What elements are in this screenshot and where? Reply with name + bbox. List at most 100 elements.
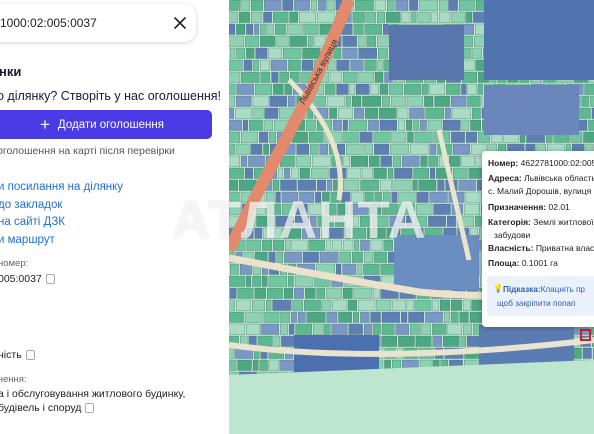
parcel[interactable] bbox=[466, 335, 480, 347]
parcel[interactable] bbox=[311, 0, 318, 11]
parcel[interactable] bbox=[364, 323, 372, 335]
parcel[interactable] bbox=[339, 251, 351, 263]
parcel[interactable] bbox=[273, 11, 289, 23]
parcel[interactable] bbox=[418, 179, 437, 191]
parcel[interactable] bbox=[317, 95, 326, 107]
parcel[interactable] bbox=[254, 227, 263, 239]
parcel[interactable] bbox=[445, 107, 452, 119]
parcel[interactable] bbox=[317, 11, 336, 23]
parcel[interactable] bbox=[361, 167, 373, 179]
parcel[interactable] bbox=[373, 167, 387, 179]
parcel[interactable] bbox=[229, 35, 244, 47]
parcel[interactable] bbox=[229, 191, 240, 203]
search-bar[interactable]: 1000:02:005:0037 bbox=[0, 4, 196, 42]
parcel[interactable] bbox=[401, 11, 411, 23]
parcel[interactable] bbox=[350, 155, 368, 167]
parcel[interactable] bbox=[267, 23, 274, 35]
parcel[interactable] bbox=[356, 263, 363, 275]
parcel[interactable] bbox=[460, 335, 466, 347]
parcel[interactable] bbox=[367, 227, 386, 239]
parcel[interactable] bbox=[229, 299, 235, 311]
parcel[interactable] bbox=[377, 59, 383, 71]
parcel[interactable] bbox=[358, 71, 374, 83]
parcel[interactable] bbox=[380, 263, 396, 275]
parcel[interactable] bbox=[379, 119, 397, 131]
parcel[interactable] bbox=[443, 311, 451, 323]
parcel[interactable] bbox=[329, 107, 337, 119]
parcel[interactable] bbox=[395, 323, 409, 335]
parcel[interactable] bbox=[271, 71, 279, 83]
parcel[interactable] bbox=[297, 311, 306, 323]
parcel[interactable] bbox=[365, 143, 373, 155]
parcel[interactable] bbox=[277, 167, 284, 179]
parcel[interactable] bbox=[338, 107, 353, 119]
parcel[interactable] bbox=[359, 131, 373, 143]
parcel[interactable] bbox=[450, 95, 467, 107]
parcel[interactable] bbox=[259, 359, 269, 371]
parcel[interactable] bbox=[342, 131, 359, 143]
parcel[interactable] bbox=[447, 215, 456, 227]
parcel[interactable] bbox=[366, 11, 376, 23]
parcel[interactable] bbox=[373, 131, 391, 143]
parcel[interactable] bbox=[229, 95, 236, 107]
parcel[interactable] bbox=[295, 215, 310, 227]
parcel[interactable] bbox=[326, 95, 345, 107]
parcel[interactable] bbox=[315, 191, 322, 203]
parcel[interactable] bbox=[430, 167, 436, 179]
parcel[interactable] bbox=[465, 11, 473, 23]
parcel[interactable] bbox=[346, 143, 365, 155]
parcel[interactable] bbox=[326, 311, 338, 323]
parcel[interactable] bbox=[336, 263, 342, 275]
parcel[interactable] bbox=[475, 0, 486, 11]
parcel[interactable] bbox=[365, 107, 378, 119]
parcel[interactable] bbox=[237, 359, 252, 371]
parcel[interactable] bbox=[414, 299, 432, 311]
parcel[interactable] bbox=[391, 131, 407, 143]
copy-icon[interactable] bbox=[85, 403, 95, 414]
parcel[interactable] bbox=[429, 191, 448, 203]
parcel[interactable] bbox=[464, 203, 480, 215]
parcel[interactable] bbox=[324, 203, 337, 215]
parcel[interactable] bbox=[370, 83, 379, 95]
parcel-block[interactable] bbox=[484, 85, 579, 135]
parcel[interactable] bbox=[588, 119, 594, 131]
parcel[interactable] bbox=[370, 311, 381, 323]
parcel[interactable] bbox=[317, 179, 326, 191]
parcel[interactable] bbox=[452, 107, 472, 119]
parcel[interactable] bbox=[229, 287, 237, 299]
parcel[interactable] bbox=[236, 299, 251, 311]
parcel[interactable] bbox=[301, 59, 314, 71]
parcel-block[interactable] bbox=[484, 0, 594, 80]
parcel[interactable] bbox=[416, 203, 433, 215]
parcel[interactable] bbox=[272, 299, 292, 311]
parcel[interactable] bbox=[275, 23, 286, 35]
parcel[interactable] bbox=[414, 131, 433, 143]
parcel[interactable] bbox=[244, 167, 253, 179]
parcel[interactable] bbox=[387, 0, 395, 11]
parcel[interactable] bbox=[246, 227, 254, 239]
parcel[interactable] bbox=[288, 59, 301, 71]
parcel[interactable] bbox=[420, 155, 428, 167]
parcel[interactable] bbox=[250, 143, 263, 155]
parcel[interactable] bbox=[434, 95, 450, 107]
parcel[interactable] bbox=[432, 299, 439, 311]
parcel[interactable] bbox=[252, 359, 259, 371]
parcel[interactable] bbox=[317, 215, 334, 227]
parcel[interactable] bbox=[240, 155, 248, 167]
parcel[interactable] bbox=[276, 251, 283, 263]
parcel[interactable] bbox=[263, 119, 273, 131]
parcel[interactable] bbox=[366, 35, 376, 47]
parcel[interactable] bbox=[347, 299, 357, 311]
parcel[interactable] bbox=[294, 287, 304, 299]
parcel[interactable] bbox=[263, 227, 282, 239]
parcel[interactable] bbox=[477, 83, 483, 95]
parcel[interactable] bbox=[377, 11, 385, 23]
parcel[interactable] bbox=[229, 23, 236, 35]
parcel[interactable] bbox=[344, 227, 351, 239]
parcel[interactable] bbox=[244, 35, 259, 47]
parcel[interactable] bbox=[349, 83, 355, 95]
parcel[interactable] bbox=[327, 0, 335, 11]
parcel[interactable] bbox=[381, 335, 397, 347]
parcel[interactable] bbox=[410, 143, 429, 155]
parcel[interactable] bbox=[373, 287, 380, 299]
